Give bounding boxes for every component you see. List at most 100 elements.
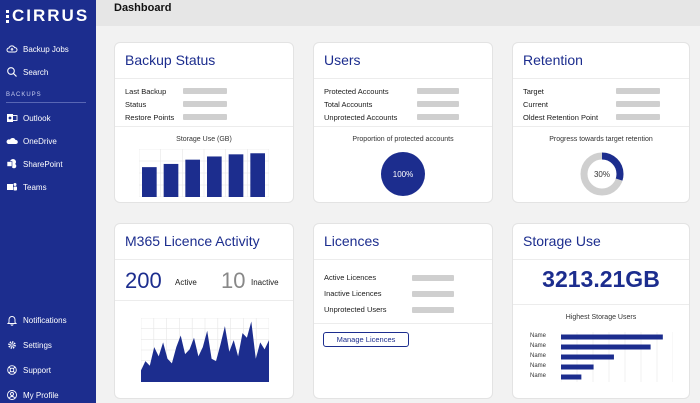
target-value: [616, 88, 660, 94]
unprotected-users-value: [412, 307, 454, 313]
active-licences-label: Active Licences: [324, 273, 377, 282]
cloud-upload-icon: [6, 45, 18, 53]
gear-icon: [8, 341, 16, 349]
card-title: Retention: [523, 52, 583, 68]
search-icon: [7, 67, 17, 77]
donut-label: 30%: [594, 170, 610, 179]
restore-points-value: [183, 114, 227, 120]
unprotected-accounts-label: Unprotected Accounts: [324, 113, 398, 122]
card-title: Storage Use: [523, 233, 601, 249]
inactive-licences-label: Inactive Licences: [324, 289, 382, 298]
card-divider: [513, 78, 689, 79]
retention-progress-donut: 30%: [580, 152, 624, 196]
licences-card: Licences Active Licences Inactive Licenc…: [313, 223, 493, 399]
bar: [207, 156, 222, 197]
bar: [561, 344, 651, 350]
sidebar-item-search[interactable]: Search: [6, 64, 48, 80]
logo-mark: [6, 9, 9, 23]
lifebuoy-icon: [7, 365, 17, 375]
status-label: Status: [125, 100, 147, 109]
chart-title: Highest Storage Users: [565, 314, 637, 321]
sharepoint-icon: [6, 159, 17, 169]
restore-points-label: Restore Points: [125, 113, 175, 122]
inactive-licences-value: [412, 291, 454, 297]
current-value: [616, 101, 660, 107]
backup-status-card: Backup Status Last Backup Status Restore…: [114, 42, 294, 203]
bar-label: Name: [530, 373, 547, 379]
target-label: Target: [523, 87, 544, 96]
bar-label: Name: [530, 333, 547, 339]
active-licences-value: [412, 275, 454, 281]
sidebar-item-support[interactable]: Support: [6, 362, 51, 378]
card-title: Users: [324, 52, 361, 68]
chart-title: Storage Use (GB): [176, 136, 232, 143]
card-divider: [314, 323, 492, 324]
total-accounts-value: [417, 101, 459, 107]
bar: [561, 334, 663, 340]
card-divider: [115, 78, 293, 79]
sidebar-item-teams[interactable]: Teams: [6, 179, 47, 195]
card-title: Backup Status: [125, 52, 216, 68]
teams-icon: [7, 183, 17, 191]
card-divider: [115, 300, 293, 301]
sidebar-item-label: Backup Jobs: [23, 44, 69, 54]
sidebar-item-sharepoint[interactable]: SharePoint: [6, 156, 63, 172]
sidebar-item-label: Settings: [23, 340, 52, 350]
bar: [142, 167, 157, 197]
card-divider: [314, 259, 492, 260]
bar: [561, 354, 614, 360]
sidebar-item-label: Teams: [23, 182, 47, 192]
unprotected-accounts-value: [417, 114, 459, 120]
oldest-retention-point-value: [616, 114, 660, 120]
section-label-backups: BACKUPS: [6, 92, 42, 98]
card-divider: [314, 78, 492, 79]
manage-licences-button[interactable]: Manage Licences: [323, 332, 409, 347]
storage-total: 3213.21GB: [542, 266, 660, 292]
highest-storage-users-bar-chart: [561, 332, 673, 382]
active-label: Active: [175, 278, 197, 287]
chart-title: Progress towards target retention: [549, 136, 653, 143]
sidebar-item-notifications[interactable]: Notifications: [6, 312, 67, 328]
sidebar-item-onedrive[interactable]: OneDrive: [6, 133, 57, 149]
sidebar-item-settings[interactable]: Settings: [6, 337, 52, 353]
onedrive-icon: [6, 137, 18, 144]
protected-accounts-donut: 100%: [381, 152, 425, 196]
logo-text: CIRRUS: [12, 6, 90, 25]
top-bar: Dashboard: [96, 0, 700, 26]
sidebar-item-label: My Profile: [23, 390, 59, 400]
sidebar-item-label: Search: [23, 67, 49, 77]
last-backup-value: [183, 88, 227, 94]
card-divider: [513, 259, 689, 260]
sidebar-item-label: Outlook: [23, 113, 51, 123]
sidebar: CIRRUS Backup Jobs Search BACKUPS Outloo…: [0, 0, 96, 403]
sidebar-item-outlook[interactable]: Outlook: [6, 110, 51, 126]
oldest-retention-point-label: Oldest Retention Point: [523, 113, 599, 122]
card-divider: [115, 259, 293, 260]
bar-label: Name: [530, 353, 547, 359]
sidebar-item-label: Support: [23, 365, 52, 375]
card-divider: [115, 126, 293, 127]
bar: [561, 374, 582, 380]
bar: [163, 163, 179, 197]
bell-icon: [6, 316, 18, 326]
unprotected-users-label: Unprotected Users: [324, 305, 387, 314]
card-divider: [513, 304, 689, 305]
outlook-icon: [7, 114, 18, 122]
licence-activity-area-chart: [141, 318, 269, 382]
cirrus-logo[interactable]: CIRRUS: [6, 6, 89, 26]
sidebar-item-my-profile[interactable]: My Profile: [6, 387, 59, 403]
licence-activity-card: M365 Licence Activity 200 Active 10 Inac…: [114, 223, 294, 399]
sidebar-item-backup-jobs[interactable]: Backup Jobs: [6, 41, 69, 57]
protected-accounts-value: [417, 88, 459, 94]
bar: [228, 154, 244, 197]
sidebar-item-label: SharePoint: [23, 159, 63, 169]
page-title: Dashboard: [114, 2, 172, 14]
retention-card: Retention Target Current Oldest Retentio…: [512, 42, 690, 203]
storage-use-card: Storage Use 3213.21GB Highest Storage Us…: [512, 223, 690, 399]
inactive-count: 10: [221, 268, 246, 293]
total-accounts-label: Total Accounts: [324, 100, 373, 109]
status-value: [183, 101, 227, 107]
chart-title: Proportion of protected accounts: [352, 136, 454, 143]
protected-accounts-label: Protected Accounts: [324, 87, 389, 96]
bar-label: Name: [530, 343, 547, 349]
